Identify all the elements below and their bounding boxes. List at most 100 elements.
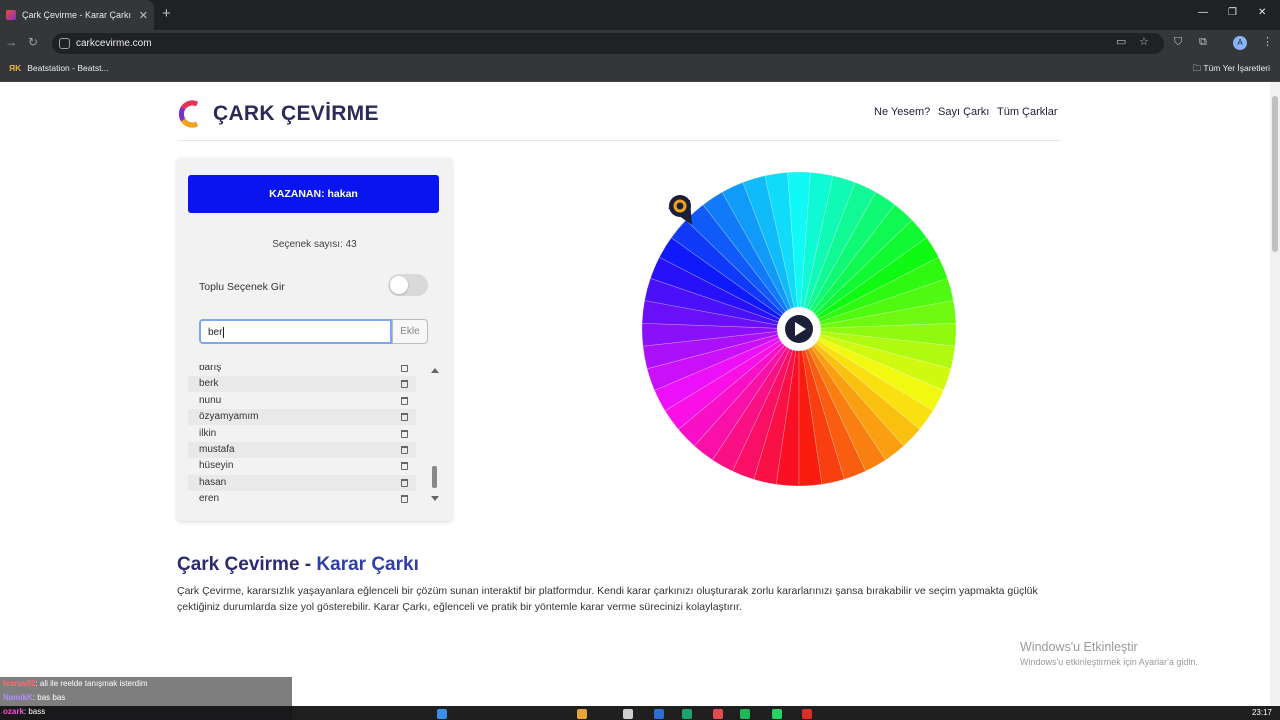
list-item: hasan — [188, 475, 416, 491]
trash-icon[interactable] — [401, 380, 408, 388]
option-label: berk — [199, 378, 219, 389]
bookmark-star-icon[interactable]: ☆ — [1139, 36, 1149, 48]
app-icon[interactable] — [654, 709, 664, 719]
bookmarks-bar: ЯK Beatstation - Beatst... 🗀 Tüm Yer İşar… — [0, 56, 1280, 82]
new-tab-button[interactable]: + — [162, 6, 171, 21]
bookmark-beatstation[interactable]: ЯK Beatstation - Beatst... — [9, 63, 109, 73]
address-bar[interactable]: carkcevirme.com — [52, 33, 1164, 54]
nav-link-sayi-carki[interactable]: Sayı Çarkı — [938, 106, 989, 118]
windows-start-icon[interactable] — [437, 709, 447, 719]
options-list[interactable]: barış berk nunu özyamyamım ilkin mustafa… — [188, 365, 441, 505]
option-label: hasan — [199, 477, 227, 488]
header-divider — [177, 140, 1061, 141]
extensions-icon[interactable]: ⧉ — [1199, 36, 1207, 48]
all-bookmarks-label: Tüm Yer İşaretleri — [1203, 63, 1270, 73]
bulk-entry-label: Toplu Seçenek Gir — [199, 281, 285, 293]
option-label: barış — [199, 365, 222, 373]
page-content: ÇARK ÇEVİRME Ne Yesem? Sayı Çarkı Tüm Ça… — [0, 82, 1280, 706]
option-label: ilkin — [199, 428, 217, 439]
list-scroll-thumb[interactable] — [432, 466, 437, 488]
activation-title: Windows'u Etkinleştir — [1020, 640, 1138, 654]
scroll-down-icon[interactable] — [431, 496, 439, 501]
brand-logo-icon[interactable] — [177, 98, 201, 130]
chat-text: : bas bas — [32, 693, 66, 702]
decision-wheel[interactable] — [640, 170, 958, 488]
trash-icon[interactable] — [401, 365, 408, 372]
beatstation-logo-icon: ЯK — [9, 63, 22, 73]
cast-icon[interactable]: ▭ — [1116, 36, 1126, 48]
close-tab-icon[interactable]: ✕ — [139, 9, 148, 22]
windows-taskbar: 23:17 — [292, 706, 1280, 720]
brand-name[interactable]: ÇARK ÇEVİRME — [213, 102, 379, 126]
chat-message: Icarus92: ali ile reelde tanışmak isterd… — [3, 679, 148, 689]
spotify-icon[interactable] — [740, 709, 750, 719]
window-close-icon[interactable]: ✕ — [1258, 7, 1266, 18]
list-item: ilkin — [188, 426, 416, 442]
toggle-knob — [390, 276, 408, 294]
app-icon[interactable] — [623, 709, 633, 719]
winner-banner: KAZANAN: hakan — [188, 175, 439, 213]
option-label: mustafa — [199, 444, 235, 455]
shield-icon[interactable]: ⛉ — [1174, 36, 1182, 48]
add-option-button[interactable]: Ekle — [392, 319, 428, 344]
page-scroll-thumb[interactable] — [1272, 96, 1278, 252]
section-description: Çark Çevirme, kararsızlık yaşayanlara eğ… — [177, 585, 1038, 613]
list-item: barış — [188, 365, 416, 376]
wheel-pointer-icon — [668, 195, 692, 225]
site-info-icon[interactable] — [59, 38, 70, 49]
minimize-icon[interactable]: — — [1198, 7, 1208, 18]
list-item: özyamyamım — [188, 409, 416, 425]
bulk-entry-toggle[interactable] — [388, 274, 428, 296]
chat-username: NamikK — [3, 693, 33, 702]
chat-username: Icarus92 — [3, 679, 36, 688]
section-title-accent: Karar Çarkı — [316, 554, 419, 575]
list-scrollbar[interactable] — [431, 368, 439, 504]
chat-message: NamikK: bas bas — [3, 693, 65, 703]
whatsapp-icon[interactable] — [772, 709, 782, 719]
chat-text: : bass — [23, 707, 46, 716]
text-caret — [223, 327, 225, 338]
section-title-main: Çark Çevirme - — [177, 554, 317, 575]
all-bookmarks[interactable]: 🗀 Tüm Yer İşaretleri — [1193, 63, 1270, 77]
app-icon[interactable] — [802, 709, 812, 719]
trash-icon[interactable] — [401, 446, 408, 454]
trash-icon[interactable] — [401, 430, 408, 438]
trash-icon[interactable] — [401, 397, 408, 405]
browser-tab[interactable]: Çark Çevirme - Karar Çarkı ✕ — [0, 0, 154, 30]
chrome-icon[interactable] — [713, 709, 723, 719]
nav-link-ne-yesem[interactable]: Ne Yesem? — [874, 106, 930, 118]
app-icon[interactable] — [682, 709, 692, 719]
menu-kebab-icon[interactable]: ⋮ — [1262, 36, 1273, 48]
browser-tab-bar: Çark Çevirme - Karar Çarkı ✕ + — ❐ ✕ — [0, 0, 1280, 30]
trash-icon[interactable] — [401, 413, 408, 421]
reload-icon[interactable]: ↻ — [28, 36, 38, 48]
trash-icon[interactable] — [401, 462, 408, 470]
chat-text: : ali ile reelde tanışmak isterdim — [35, 679, 148, 688]
folder-icon: 🗀 — [1192, 63, 1204, 73]
app-icon[interactable] — [577, 709, 587, 719]
trash-icon[interactable] — [401, 479, 408, 487]
chat-username: ozark — [3, 707, 24, 716]
option-input[interactable]: ber — [199, 319, 392, 344]
url-text: carkcevirme.com — [76, 38, 152, 49]
profile-avatar[interactable]: A — [1233, 36, 1247, 50]
restore-icon[interactable]: ❐ — [1228, 7, 1237, 18]
list-item: mustafa — [188, 442, 416, 458]
scroll-up-icon[interactable] — [431, 368, 439, 373]
bookmark-label: Beatstation - Beatst... — [27, 63, 109, 73]
windows-activation-watermark: Windows'u Etkinleştir Windows'u etkinleş… — [1020, 640, 1198, 667]
option-label: hüseyin — [199, 460, 234, 471]
trash-icon[interactable] — [401, 495, 408, 503]
page-scrollbar[interactable] — [1270, 82, 1280, 706]
browser-toolbar: → ↻ carkcevirme.com ▭ ☆ ⛉ ⧉ A ⋮ — [0, 30, 1280, 56]
options-panel: KAZANAN: hakan Seçenek sayısı: 43 Toplu … — [177, 158, 452, 521]
nav-link-tum-carklar[interactable]: Tüm Çarklar — [997, 106, 1058, 118]
activation-subtitle: Windows'u etkinleştirmek için Ayarlar'a … — [1020, 657, 1198, 667]
option-label: nunu — [199, 395, 222, 406]
site-favicon-icon — [6, 10, 16, 20]
option-label: özyamyamım — [199, 411, 259, 422]
list-item: eren — [188, 491, 416, 505]
list-item: nunu — [188, 393, 416, 409]
forward-icon[interactable]: → — [5, 36, 17, 48]
list-item: hüseyin — [188, 458, 416, 474]
